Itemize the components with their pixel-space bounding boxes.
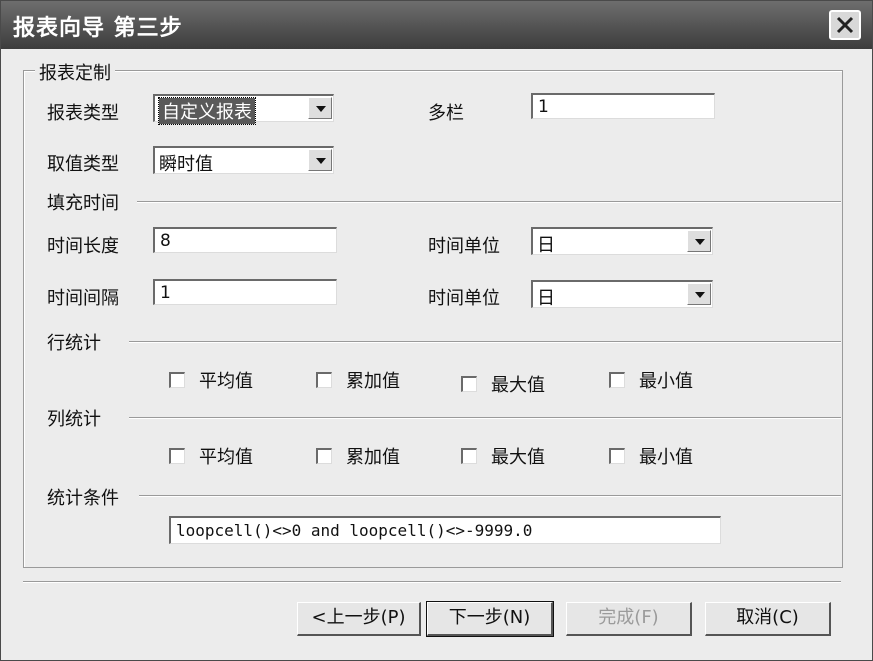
col-sum-checkbox[interactable]: 累加值 [316, 443, 400, 469]
report-type-value: 自定义报表 [158, 97, 256, 125]
time-unit-value-1: 日 [537, 235, 555, 256]
cancel-button[interactable]: 取消(C) [705, 602, 831, 636]
interval-input[interactable]: 1 [153, 279, 337, 305]
time-unit-label-2: 时间单位 [428, 288, 500, 309]
next-button[interactable]: 下一步(N) [426, 601, 554, 637]
fill-time-section-label: 填充时间 [47, 193, 119, 214]
checkbox-box[interactable] [609, 448, 625, 464]
multi-col-input[interactable]: 1 [531, 93, 715, 119]
col-min-checkbox[interactable]: 最小值 [609, 443, 693, 469]
value-type-label: 取值类型 [47, 154, 119, 175]
time-unit-value-2: 日 [537, 288, 555, 309]
row-avg-label: 平均值 [199, 371, 253, 392]
checkbox-box[interactable] [461, 448, 477, 464]
checkbox-box[interactable] [316, 372, 332, 388]
value-type-dropdown-button[interactable] [308, 149, 332, 171]
row-sum-checkbox[interactable]: 累加值 [316, 367, 400, 393]
report-type-label: 报表类型 [47, 103, 119, 124]
close-icon [836, 16, 854, 34]
report-type-select[interactable]: 自定义报表 [153, 94, 334, 125]
col-max-label: 最大值 [491, 447, 545, 468]
col-avg-label: 平均值 [199, 447, 253, 468]
row-min-label: 最小值 [639, 371, 693, 392]
chevron-down-icon [695, 292, 705, 298]
checkbox-box[interactable] [169, 448, 185, 464]
time-unit-select-1[interactable]: 日 [531, 227, 713, 256]
value-type-value: 瞬时值 [159, 154, 213, 175]
row-min-checkbox[interactable]: 最小值 [609, 367, 693, 393]
col-sum-label: 累加值 [346, 447, 400, 468]
condition-input[interactable]: loopcell()<>0 and loopcell()<>-9999.0 [169, 516, 721, 544]
time-unit-dropdown-button-2[interactable] [687, 283, 711, 305]
wizard-dialog: 报表向导 第三步 报表定制 报表类型 自定义报表 多栏 1 取值类型 瞬时值 填… [0, 0, 873, 661]
row-avg-checkbox[interactable]: 平均值 [169, 367, 253, 393]
interval-label: 时间间隔 [47, 288, 119, 309]
time-length-input[interactable]: 8 [153, 227, 337, 253]
checkbox-box[interactable] [609, 372, 625, 388]
fill-time-separator [137, 201, 841, 203]
col-max-checkbox[interactable]: 最大值 [461, 443, 545, 469]
col-avg-checkbox[interactable]: 平均值 [169, 443, 253, 469]
time-unit-label-1: 时间单位 [428, 236, 500, 257]
row-max-label: 最大值 [491, 375, 545, 396]
title-bar[interactable]: 报表向导 第三步 [1, 1, 872, 49]
row-sum-label: 累加值 [346, 371, 400, 392]
row-stats-section-label: 行统计 [47, 333, 101, 354]
row-stats-separator [129, 341, 841, 343]
window-title: 报表向导 第三步 [13, 16, 183, 41]
time-unit-dropdown-button-1[interactable] [687, 230, 711, 252]
row-max-checkbox[interactable]: 最大值 [461, 371, 545, 397]
checkbox-box[interactable] [169, 372, 185, 388]
condition-section-label: 统计条件 [47, 488, 119, 509]
prev-button[interactable]: <上一步(P) [297, 602, 421, 636]
button-separator [23, 581, 841, 583]
report-type-dropdown-button[interactable] [308, 97, 332, 119]
col-min-label: 最小值 [639, 447, 693, 468]
checkbox-box[interactable] [316, 448, 332, 464]
checkbox-box[interactable] [461, 376, 477, 392]
multi-col-label: 多栏 [428, 103, 464, 124]
close-button[interactable] [829, 10, 861, 40]
value-type-select[interactable]: 瞬时值 [153, 146, 334, 175]
condition-separator [139, 495, 841, 497]
time-unit-select-2[interactable]: 日 [531, 280, 713, 309]
finish-button[interactable]: 完成(F) [566, 602, 692, 636]
col-stats-separator [129, 417, 841, 419]
report-custom-group [23, 70, 843, 568]
time-length-label: 时间长度 [47, 236, 119, 257]
chevron-down-icon [695, 239, 705, 245]
col-stats-section-label: 列统计 [47, 409, 101, 430]
chevron-down-icon [316, 158, 326, 164]
group-legend: 报表定制 [35, 59, 115, 85]
chevron-down-icon [316, 106, 326, 112]
